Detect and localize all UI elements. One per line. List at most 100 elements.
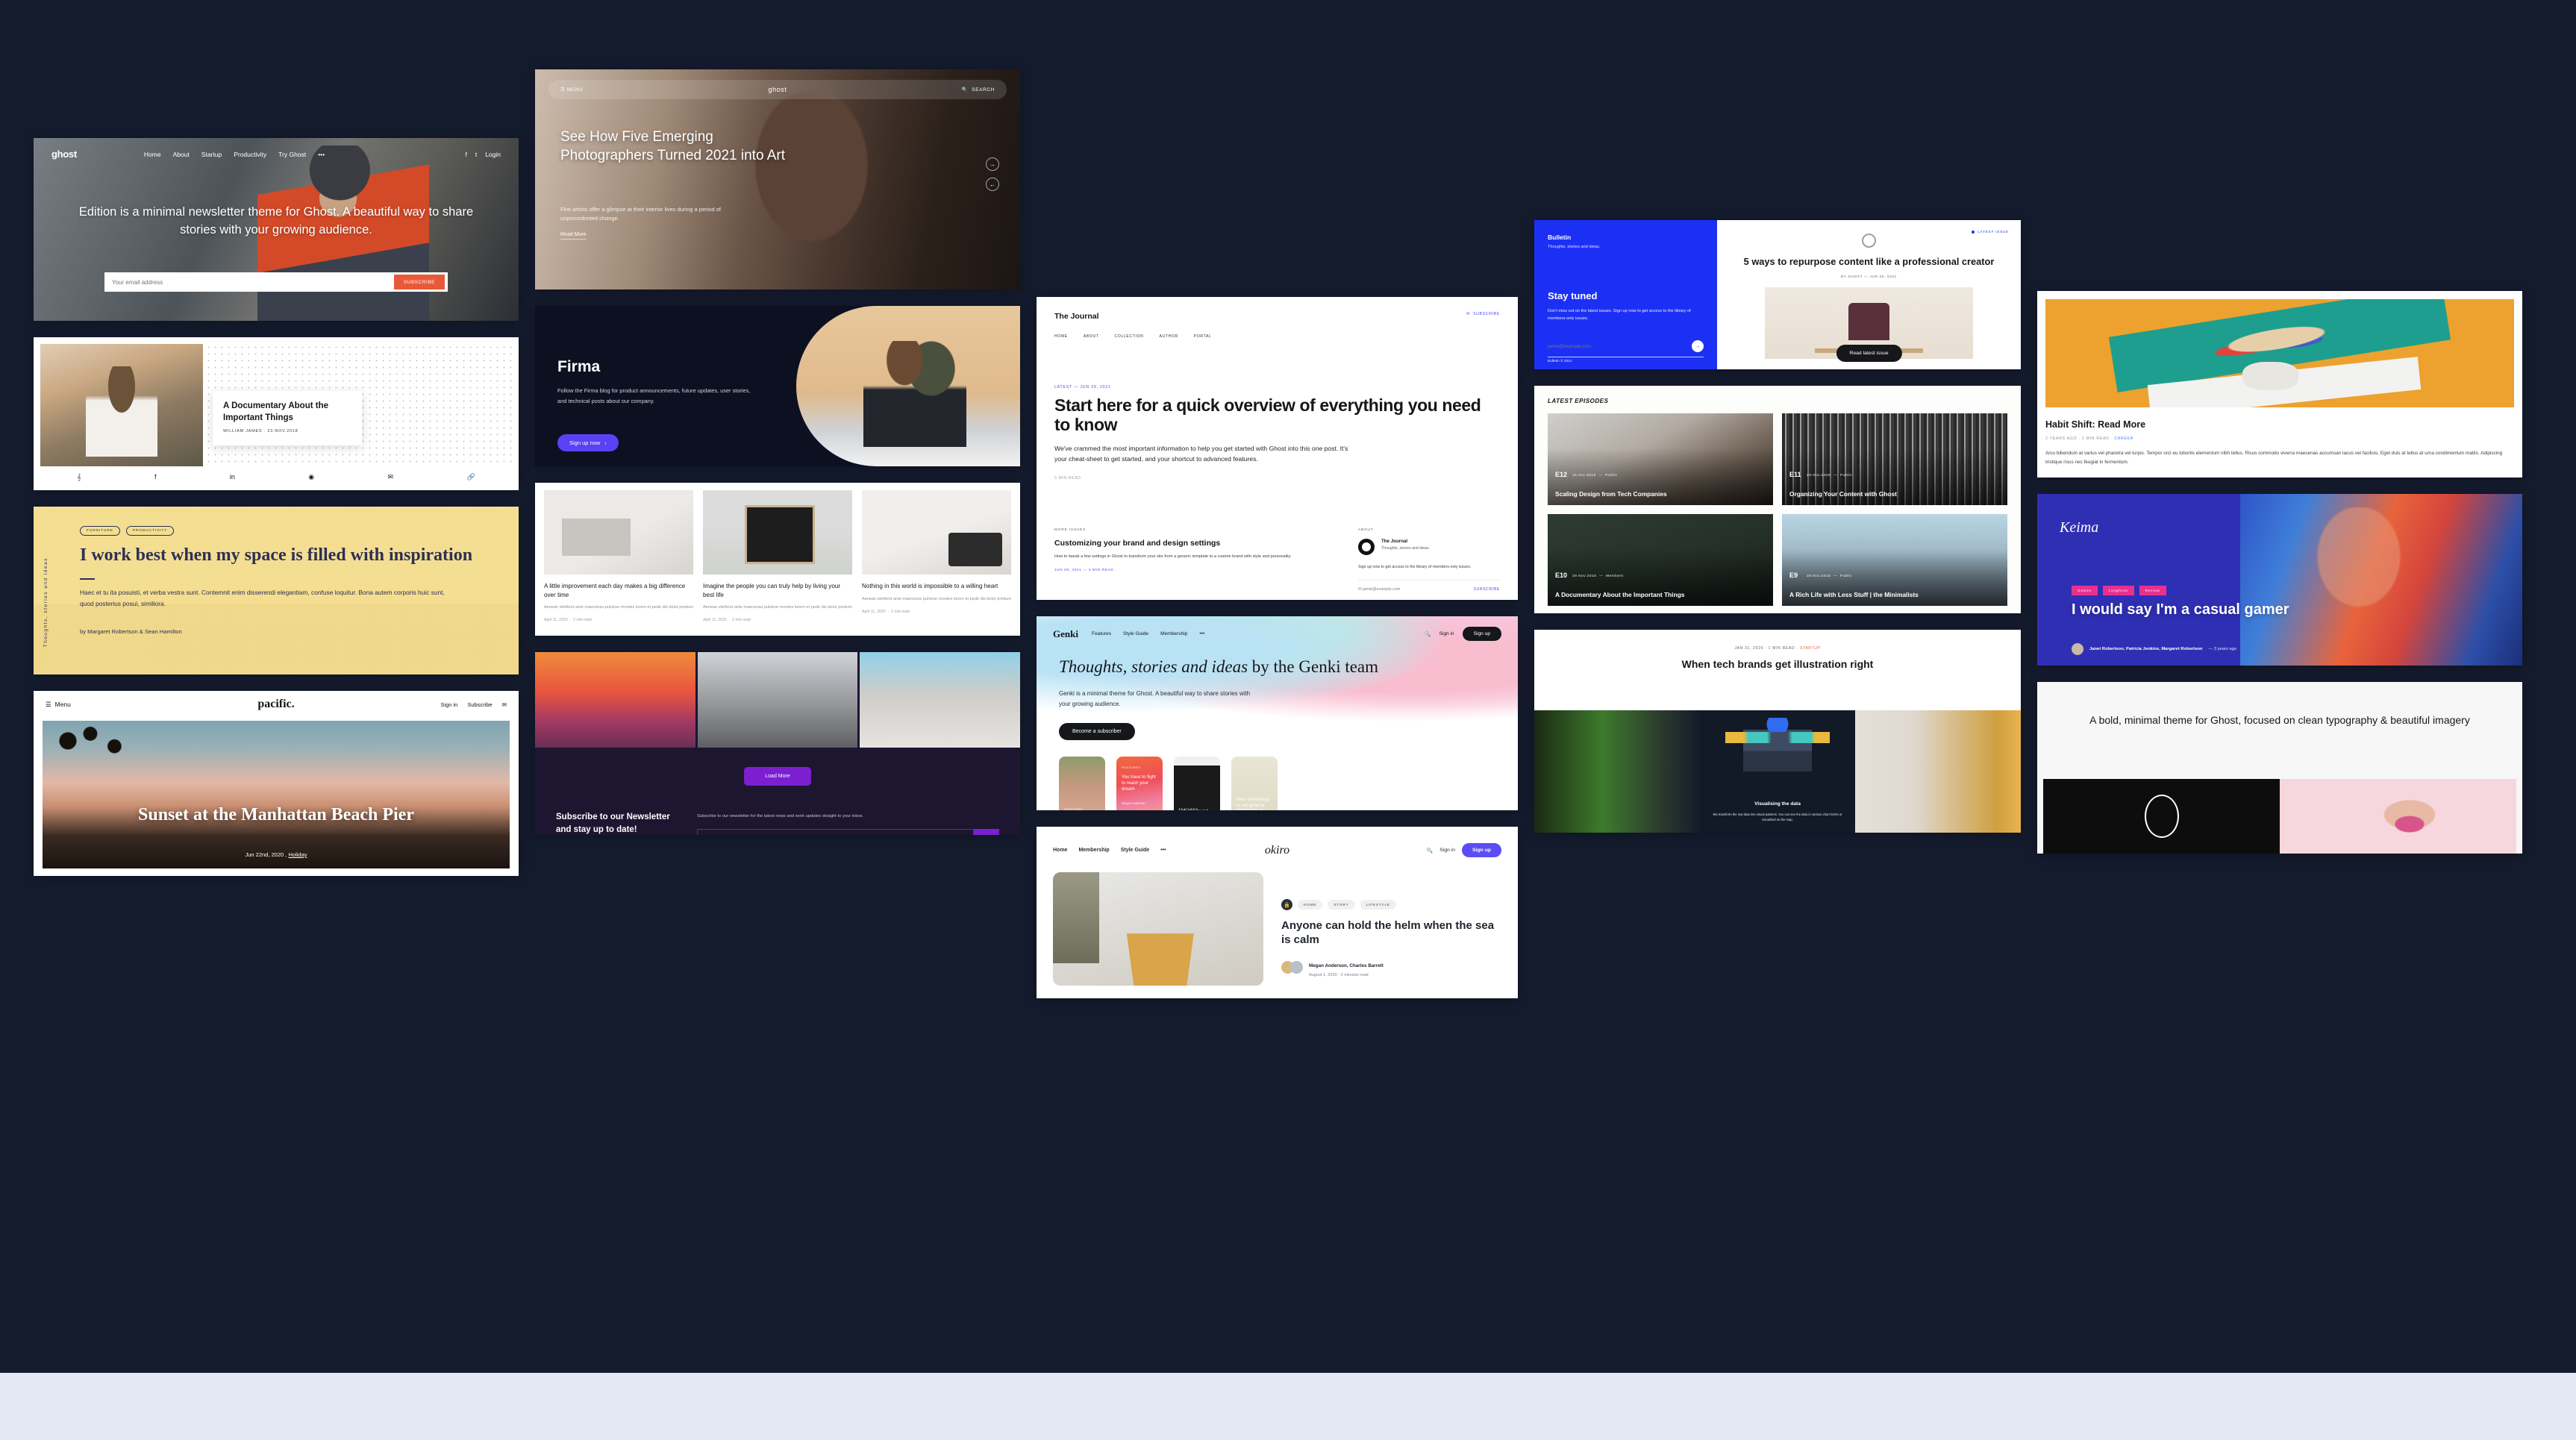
nav-more-icon[interactable]: ••• (1199, 631, 1204, 636)
read-more-link[interactable]: Read More (560, 232, 587, 240)
signin-link[interactable]: Sign in (1439, 631, 1454, 636)
tag-productivity[interactable]: PRODUCTIVITY (125, 526, 175, 536)
theme-card-keima[interactable]: Keima Games Longform Review I would say … (2037, 494, 2522, 666)
facebook-icon[interactable]: f (154, 473, 157, 480)
site-logo[interactable]: ghost (51, 148, 77, 160)
tag-home[interactable]: HOME (1298, 900, 1323, 910)
tag-review[interactable]: Review (2139, 586, 2166, 595)
nav-item-membership[interactable]: Membership (1160, 631, 1187, 636)
signup-button[interactable]: Sign up (1462, 627, 1501, 641)
theme-card-genki[interactable]: Genki Features Style Guide Membership ••… (1037, 616, 1518, 810)
theme-card-post-grid[interactable]: A little improvement each day makes a bi… (535, 483, 1020, 636)
episode-item[interactable]: E12 16.Oct.2019 — Public Scaling Design … (1548, 413, 1773, 505)
submit-arrow-button[interactable]: → (1692, 340, 1704, 352)
theme-card-photographers[interactable]: ☰ MENU ghost 🔍 SEARCH See How Five Emerg… (535, 69, 1020, 289)
subscribe-link[interactable]: Subscribe (467, 701, 492, 708)
more-issues-title[interactable]: Customizing your brand and design settin… (1054, 539, 1328, 548)
nav-item-try-ghost[interactable]: Try Ghost (278, 151, 306, 158)
tag-longform[interactable]: Longform (2102, 586, 2134, 595)
email-input[interactable] (697, 829, 974, 835)
subscribe-form[interactable]: → (1548, 340, 1704, 357)
theme-card-okiro[interactable]: Home Membership Style Guide ••• okiro 🔍 … (1037, 827, 1518, 998)
episode-item[interactable]: E9 29.Nov.2018 — Public A Rich Life with… (1782, 514, 2007, 606)
arrow-right-icon[interactable]: → (986, 157, 999, 171)
post-card[interactable]: FEATURES You have to fight to reach your… (1116, 756, 1163, 810)
subscribe-form[interactable]: → (697, 829, 999, 835)
nav-item-membership[interactable]: Membership (1078, 848, 1109, 853)
nav-more-icon[interactable]: ••• (318, 151, 325, 158)
email-input[interactable] (1548, 343, 1692, 349)
nav-item-home[interactable]: HOME (1054, 334, 1068, 339)
link-icon[interactable]: 🔗 (467, 473, 475, 481)
menu-button[interactable]: ☰ Menu (46, 701, 71, 709)
nav-item-author[interactable]: AUTHOR (1160, 334, 1178, 339)
signin-link[interactable]: Sign in (440, 701, 457, 708)
submit-arrow-button[interactable]: → (974, 829, 999, 835)
twitter-icon[interactable]: t (475, 151, 477, 158)
post-tag[interactable]: STARTUP (1800, 646, 1821, 651)
theme-card-edition[interactable]: ghost Home About Startup Productivity Tr… (34, 138, 519, 321)
subscribe-button[interactable]: Become a subscriber (1059, 722, 1135, 740)
subscribe-button[interactable]: SUBSCRIBE (393, 275, 445, 289)
load-more-button[interactable]: Load More (744, 767, 811, 786)
post-item[interactable]: A little improvement each day makes a bi… (544, 490, 693, 636)
nav-item-features[interactable]: Features (1092, 631, 1111, 636)
post-tag[interactable]: CAREER (2114, 436, 2133, 441)
theme-card-journal[interactable]: The Journal ✉ SUBSCRIBE HOME ABOUT COLLE… (1037, 297, 1518, 600)
episode-item[interactable]: E11 29.Nov.2018 — Public Organizing Your… (1782, 413, 2007, 505)
theme-card-newsletter[interactable]: Load More Subscribe to our Newsletter an… (535, 652, 1020, 835)
signup-button[interactable]: Sign up (1462, 843, 1501, 857)
post-card[interactable]: FEATURES Don't be afraid Lauren Langford (1059, 756, 1105, 810)
theme-card-habit-shift[interactable]: Habit Shift: Read More 2 YEARS AGO · 1 M… (2037, 291, 2522, 478)
tag-story[interactable]: STORY (1328, 900, 1355, 910)
subscribe-link[interactable]: ✉ SUBSCRIBE (1466, 312, 1500, 316)
nav-item-collection[interactable]: COLLECTION (1115, 334, 1144, 339)
nav-item-startup[interactable]: Startup (201, 151, 222, 158)
search-icon[interactable]: 🔍 (1425, 631, 1431, 637)
theme-card-quote[interactable]: Thoughts, stories and ideas FURNITURE PR… (34, 507, 519, 674)
nav-item-productivity[interactable]: Productivity (234, 151, 266, 158)
nav-item-about[interactable]: ABOUT (1084, 334, 1099, 339)
theme-card-tech-illustration[interactable]: JAN 31, 2020 · 1 MIN READ · STARTUP When… (1534, 630, 2021, 833)
read-latest-button[interactable]: Read latest issue (1836, 345, 1902, 362)
subscribe-form[interactable]: SUBSCRIBE (104, 272, 448, 292)
signup-button[interactable]: Sign up now › (557, 434, 619, 451)
theme-card-episodes[interactable]: LATEST EPISODES E12 16.Oct.2019 — Public… (1534, 386, 2021, 613)
post-item[interactable]: Nothing in this world is impossible to a… (862, 490, 1011, 636)
theme-card-bold-minimal[interactable]: A bold, minimal theme for Ghost, focused… (2037, 682, 2522, 854)
pinterest-icon[interactable]: ◉ (308, 473, 314, 481)
site-logo[interactable]: Genki (1053, 628, 1078, 640)
twitter-icon[interactable]: 𝄞 (77, 473, 81, 481)
episode-item[interactable]: E10 29.Nov.2018 — Members A Documentary … (1548, 514, 1773, 606)
about-subscribe-button[interactable]: SUBSCRIBE (1474, 587, 1500, 592)
theme-card-bulletin[interactable]: Bulletin Thoughts, stories and ideas. St… (1534, 220, 2021, 369)
tag-games[interactable]: Games (2072, 586, 2098, 595)
post-title[interactable]: Habit Shift: Read More (2045, 419, 2514, 430)
arrow-left-icon[interactable]: ← (986, 178, 999, 191)
post-card[interactable]: FEATURES New technology is not good or e… (1231, 756, 1278, 810)
search-icon[interactable]: 🔍 (1427, 848, 1433, 854)
site-logo[interactable]: ghost (548, 86, 1007, 93)
nav-item-portal[interactable]: PORTAL (1194, 334, 1212, 339)
about-subscribe[interactable]: ✉ jamie@example.com SUBSCRIBE (1358, 580, 1500, 592)
post-tag[interactable]: Holiday (288, 851, 307, 858)
email-icon[interactable]: ✉ (388, 473, 394, 481)
login-link[interactable]: Login (485, 151, 501, 158)
signin-link[interactable]: Sign in (1439, 848, 1455, 853)
theme-card-documentary[interactable]: A Documentary About the Important Things… (34, 337, 519, 490)
post-item[interactable]: Imagine the people you can truly help by… (703, 490, 852, 636)
site-logo[interactable]: The Journal (1054, 312, 1099, 321)
nav-item-style-guide[interactable]: Style Guide (1123, 631, 1148, 636)
nav-item-home[interactable]: Home (144, 151, 161, 158)
about-email[interactable]: ✉ jamie@example.com (1358, 587, 1400, 592)
nav-item-style-guide[interactable]: Style Guide (1121, 848, 1150, 853)
site-logo[interactable]: Keima (2060, 519, 2098, 536)
nav-more-icon[interactable]: ••• (1160, 848, 1166, 853)
theme-card-pacific[interactable]: ☰ Menu pacific. Sign in Subscribe ✉ Suns… (34, 691, 519, 876)
post-card[interactable]: FEATURES I always loved aesthetics Victo… (1174, 756, 1220, 810)
tag-lifestyle[interactable]: LIFESTYLE (1360, 900, 1396, 910)
nav-item-home[interactable]: Home (1053, 848, 1067, 853)
nav-item-about[interactable]: About (173, 151, 190, 158)
facebook-icon[interactable]: f (465, 151, 466, 158)
linkedin-icon[interactable]: in (230, 473, 235, 480)
